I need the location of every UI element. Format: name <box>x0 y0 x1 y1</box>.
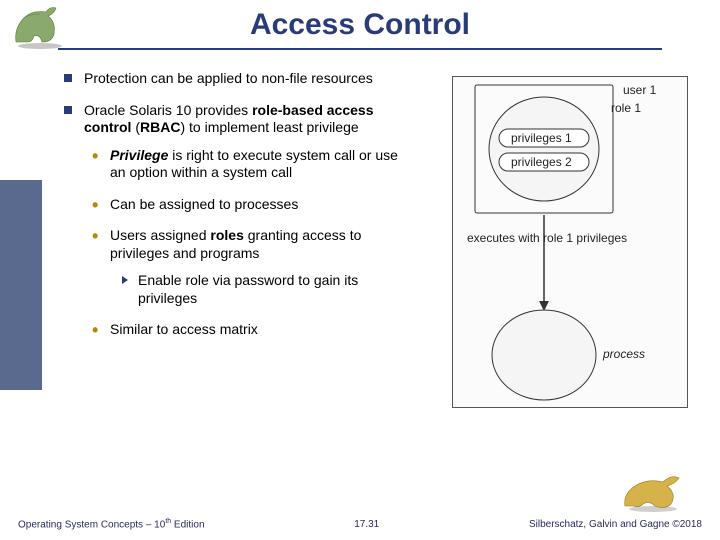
footer-left: Operating System Concepts – 10th Edition <box>18 518 205 530</box>
content-area: Protection can be applied to non-file re… <box>60 70 410 353</box>
slide: Access Control Protection can be applied… <box>0 0 720 540</box>
footer-right: Silberschatz, Galvin and Gagne ©2018 <box>529 519 702 530</box>
subbullet-3: Users assigned roles granting access to … <box>88 227 410 307</box>
footer-left-a: Operating System Concepts – 10 <box>18 519 165 530</box>
rbac-diagram: user 1 role 1 privileges 1 privileges 2 … <box>452 76 688 408</box>
slide-title: Access Control <box>0 8 720 42</box>
subbullet-3-pre: Users assigned <box>110 227 210 243</box>
footer-left-b: Edition <box>171 519 204 530</box>
bullet-2-pre: Oracle Solaris 10 provides <box>84 102 252 118</box>
bullet-2: Oracle Solaris 10 provides role-based ac… <box>60 102 410 339</box>
footer-center: 17.31 <box>205 519 529 530</box>
dinosaur-logo-bottom <box>621 472 686 512</box>
diagram-label-role1: role 1 <box>611 101 641 115</box>
bullet-2-paren-open: ( <box>131 119 140 135</box>
diagram-label-user1: user 1 <box>623 83 656 97</box>
bullet-2-post: ) to implement least privilege <box>180 119 358 135</box>
bullet-1-text: Protection can be applied to non-file re… <box>84 70 373 86</box>
diagram-label-exec: executes with role 1 privileges <box>467 231 677 245</box>
sidebar-accent <box>0 180 42 390</box>
subbullet-1-term: Privilege <box>110 147 168 163</box>
subsubbullet-1-text: Enable role via password to gain its pri… <box>138 272 358 306</box>
subbullet-2-text: Can be assigned to processes <box>110 196 298 212</box>
title-underline <box>58 48 662 50</box>
bullet-1: Protection can be applied to non-file re… <box>60 70 410 88</box>
bullet-2-rbac-short: RBAC <box>140 119 180 135</box>
diagram-label-process: process <box>603 347 645 361</box>
subbullet-3-term: roles <box>210 227 243 243</box>
diagram-label-priv1: privileges 1 <box>511 131 572 145</box>
subbullet-1: Privilege is right to execute system cal… <box>88 147 410 182</box>
subbullet-2: Can be assigned to processes <box>88 196 410 214</box>
footer: Operating System Concepts – 10th Edition… <box>18 518 702 530</box>
subbullet-4-text: Similar to access matrix <box>110 321 258 337</box>
diagram-label-priv2: privileges 2 <box>511 155 572 169</box>
subbullet-4: Similar to access matrix <box>88 321 410 339</box>
subsubbullet-1: Enable role via password to gain its pri… <box>120 272 410 307</box>
